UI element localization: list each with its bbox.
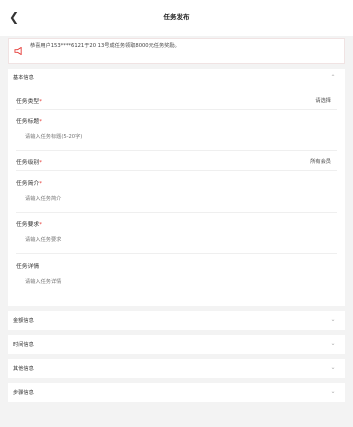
section-label: 时间信息 <box>13 342 34 348</box>
basic-info-title: 基本信息 <box>13 75 34 81</box>
task-type-select[interactable]: 请选择 <box>315 97 331 104</box>
notice-text: 恭喜用户153****6121于20 13号成任务领取8000元任务奖励。 <box>30 43 180 49</box>
divider <box>16 253 337 254</box>
chevron-down-icon[interactable]: ⌄ <box>329 388 337 396</box>
chevron-up-icon[interactable]: ⌃ <box>329 74 337 82</box>
time-info-section[interactable]: 时间信息 ⌄ <box>8 335 345 354</box>
chevron-down-icon[interactable]: ⌄ <box>329 364 337 372</box>
task-title-input[interactable] <box>25 132 305 142</box>
task-summary-input[interactable] <box>25 194 305 204</box>
task-title-label: 任务标题* <box>16 119 42 125</box>
task-details-label: 任务详情 <box>16 264 40 270</box>
task-summary-label: 任务简介* <box>16 181 42 187</box>
steps-info-section[interactable]: 步骤信息 ⌄ <box>8 383 345 402</box>
task-requirements-label: 任务要求* <box>16 222 42 228</box>
other-info-section[interactable]: 其他信息 ⌄ <box>8 359 345 378</box>
top-bar: ❮ 任务发布 <box>0 0 353 36</box>
task-type-label: 任务类型* <box>16 99 42 105</box>
amount-info-section[interactable]: 金额信息 ⌄ <box>8 311 345 330</box>
notice-banner: 恭喜用户153****6121于20 13号成任务领取8000元任务奖励。 <box>8 38 345 64</box>
page-title: 任务发布 <box>163 13 190 21</box>
section-label: 其他信息 <box>13 366 34 372</box>
basic-info-card: 基本信息 ⌃ 任务类型* 请选择 任务标题* 任务级别* 所有会员 任务简介* … <box>8 69 345 306</box>
section-label: 步骤信息 <box>13 390 34 396</box>
megaphone-icon <box>14 47 22 55</box>
divider <box>16 212 337 213</box>
divider <box>16 150 337 151</box>
section-label: 金额信息 <box>13 318 34 324</box>
chevron-down-icon[interactable]: ⌄ <box>329 340 337 348</box>
basic-info-header[interactable]: 基本信息 ⌃ <box>8 69 345 87</box>
task-level-label: 任务级别* <box>16 160 42 166</box>
task-requirements-input[interactable] <box>25 235 305 245</box>
divider <box>16 109 337 110</box>
task-level-select[interactable]: 所有会员 <box>310 158 331 165</box>
divider <box>16 170 337 171</box>
task-details-input[interactable] <box>25 277 305 287</box>
chevron-down-icon[interactable]: ⌄ <box>329 316 337 324</box>
